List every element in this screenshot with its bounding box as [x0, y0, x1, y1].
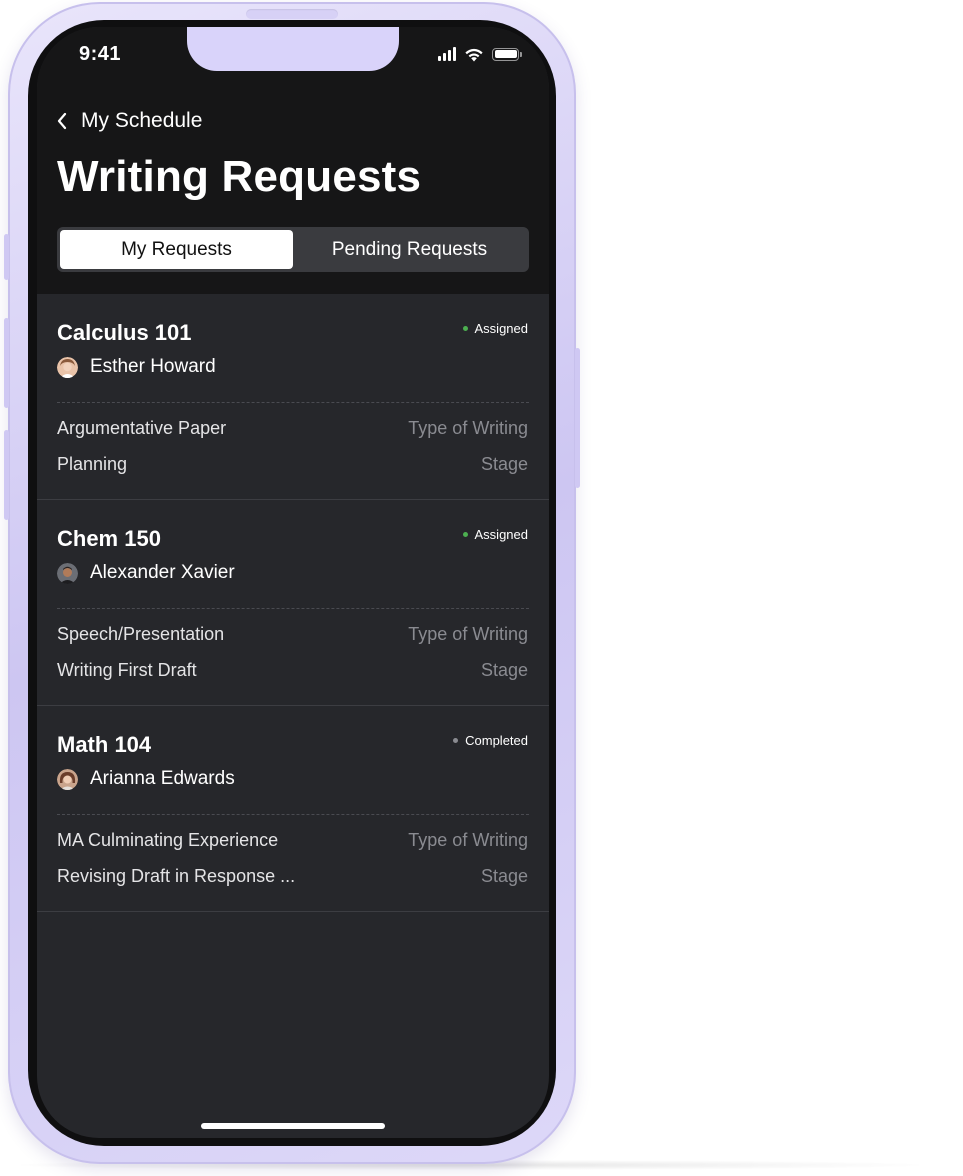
stage-row: Planning Stage	[57, 454, 528, 475]
type-row: Argumentative Paper Type of Writing	[57, 418, 528, 439]
status-badge: Assigned	[462, 321, 528, 336]
stage-value: Writing First Draft	[57, 660, 197, 680]
page-title: Writing Requests	[57, 152, 422, 201]
status-time: 9:41	[79, 43, 122, 65]
stage-row: Writing First Draft Stage	[57, 660, 528, 681]
volume-down-button	[4, 430, 9, 520]
type-label: Type of Writing	[408, 624, 528, 644]
back-button[interactable]: My Schedule	[57, 109, 202, 133]
mockup-stage: 9:41 My Schedule Writing Requests My Req…	[0, 0, 963, 1176]
type-label: Type of Writing	[408, 830, 528, 850]
status-text: Assigned	[474, 321, 528, 336]
assignee-name: Esther Howard	[90, 356, 216, 377]
assignee-name: Alexander Xavier	[90, 562, 235, 583]
course-title: Math 104	[57, 732, 152, 757]
wifi-icon	[465, 48, 483, 61]
request-card[interactable]: Chem 150 Assigned Alexander Xavier Speec…	[37, 500, 549, 706]
type-label: Type of Writing	[408, 418, 528, 438]
back-label: My Schedule	[81, 109, 203, 132]
stage-label: Stage	[480, 454, 528, 474]
type-row: MA Culminating Experience Type of Writin…	[57, 830, 528, 851]
home-indicator[interactable]	[201, 1123, 385, 1129]
volume-up-button	[4, 318, 9, 408]
speaker-grille	[246, 9, 338, 19]
mute-switch	[4, 234, 9, 280]
avatar	[57, 562, 78, 584]
power-button	[575, 348, 580, 488]
assignee: Esther Howard	[57, 356, 216, 378]
request-card[interactable]: Math 104 Completed Arianna Edwards MA Cu…	[37, 706, 549, 912]
divider	[57, 402, 529, 403]
type-value: MA Culminating Experience	[57, 830, 279, 850]
tab-pending-requests[interactable]: Pending Requests	[293, 230, 526, 269]
app-header: 9:41 My Schedule Writing Requests My Req…	[37, 27, 549, 294]
battery-icon	[492, 47, 522, 61]
course-title: Chem 150	[57, 526, 161, 551]
divider	[57, 814, 529, 815]
chevron-left-icon	[57, 112, 67, 130]
type-value: Speech/Presentation	[57, 624, 225, 644]
avatar	[57, 768, 78, 790]
request-card[interactable]: Calculus 101 Assigned Esther Howard Argu…	[37, 294, 549, 500]
assignee: Alexander Xavier	[57, 562, 235, 584]
status-badge: Completed	[453, 733, 528, 748]
type-row: Speech/Presentation Type of Writing	[57, 624, 528, 645]
notch	[187, 27, 399, 71]
avatar	[57, 356, 78, 378]
assignee: Arianna Edwards	[57, 768, 235, 790]
status-dot-icon	[462, 326, 468, 331]
assignee-name: Arianna Edwards	[90, 768, 235, 789]
stage-value: Planning	[57, 454, 128, 474]
stage-label: Stage	[480, 660, 528, 680]
status-icons	[438, 45, 522, 63]
tab-my-requests[interactable]: My Requests	[60, 230, 293, 269]
status-text: Assigned	[474, 527, 528, 542]
status-badge: Assigned	[462, 527, 528, 542]
status-text: Completed	[465, 733, 528, 748]
status-dot-icon	[462, 532, 468, 537]
stage-label: Stage	[480, 866, 528, 886]
phone-screen: 9:41 My Schedule Writing Requests My Req…	[37, 27, 549, 1138]
course-title: Calculus 101	[57, 320, 192, 345]
type-value: Argumentative Paper	[57, 418, 227, 438]
status-dot-icon	[453, 738, 459, 743]
stage-value: Revising Draft in Response ...	[57, 866, 296, 886]
stage-row: Revising Draft in Response ... Stage	[57, 866, 528, 887]
cellular-signal-icon	[438, 47, 456, 61]
divider	[57, 608, 529, 609]
request-list: Calculus 101 Assigned Esther Howard Argu…	[37, 294, 549, 912]
segmented-control: My Requests Pending Requests	[57, 227, 529, 272]
